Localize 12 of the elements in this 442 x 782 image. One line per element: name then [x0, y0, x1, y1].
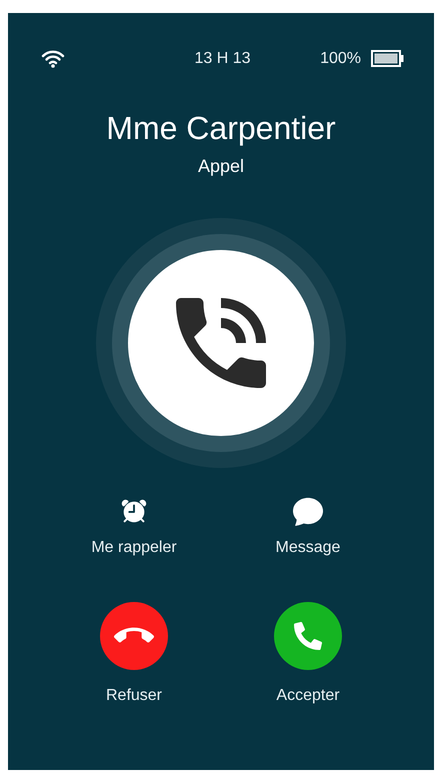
- clock-time: 13 H 13: [194, 48, 251, 68]
- call-option[interactable]: Message: [233, 496, 383, 560]
- battery-percent: 100%: [320, 48, 361, 68]
- wifi-icon: [41, 50, 65, 68]
- call-status: Appel: [198, 155, 244, 178]
- button-label: Accepter: [276, 686, 340, 706]
- caller-name: Mme Carpentier: [106, 109, 336, 147]
- battery-icon: [371, 50, 404, 67]
- speech-bubble-icon: [293, 496, 323, 526]
- phone-icon: [294, 622, 322, 650]
- button-label: Refuser: [106, 686, 162, 706]
- call-option[interactable]: Me rappeler: [59, 496, 209, 560]
